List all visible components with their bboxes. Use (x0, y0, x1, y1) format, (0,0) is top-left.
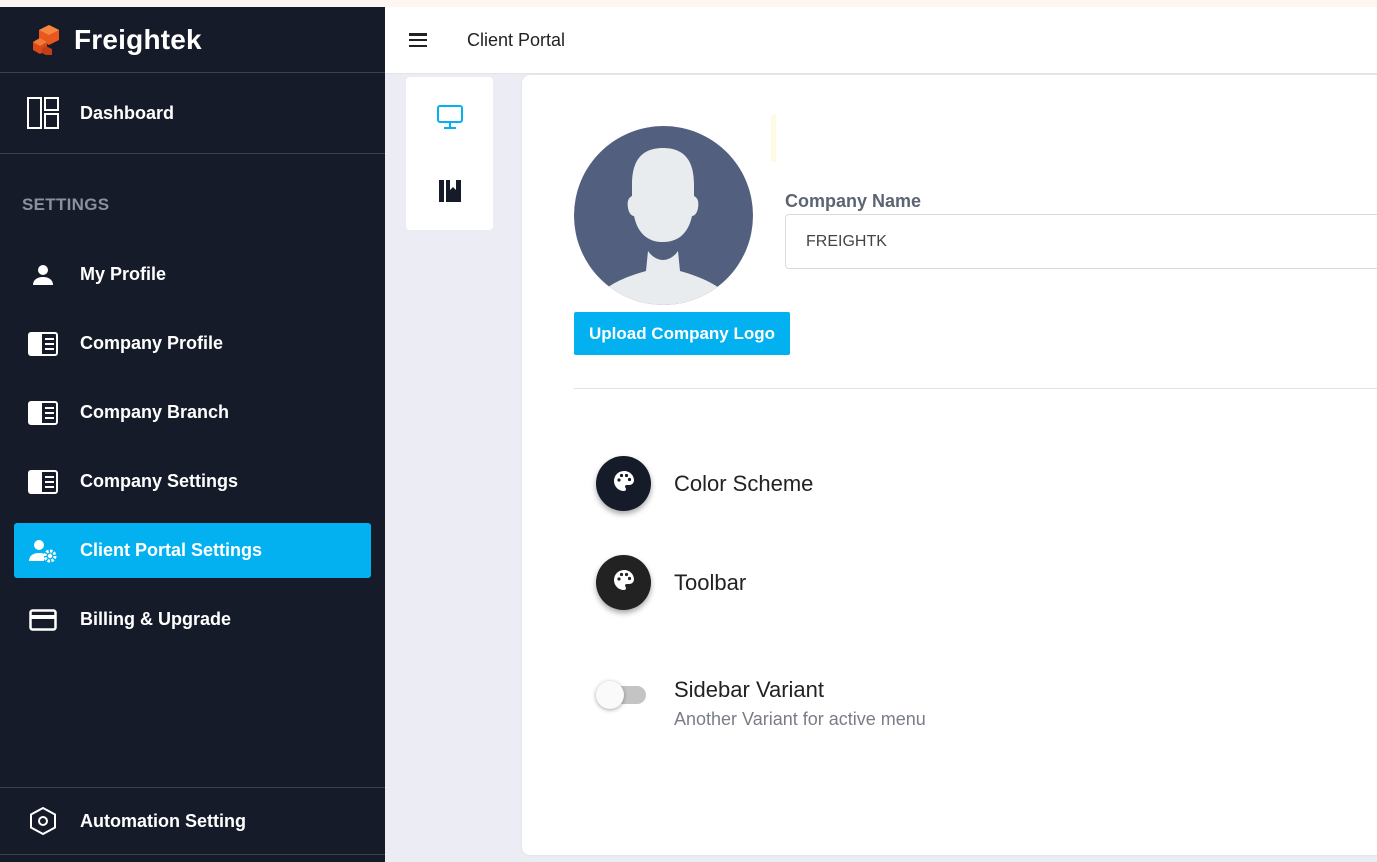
company-name-input[interactable] (785, 214, 1377, 269)
card-list-icon (27, 397, 59, 429)
sidebar-item-label: Company Profile (80, 333, 224, 353)
top-accent-strip (0, 0, 1377, 7)
sidebar-item-label: Company Branch (80, 402, 230, 422)
company-name-label: Company Name (785, 191, 922, 211)
sidebar-item-dashboard[interactable]: Dashboard (0, 73, 385, 154)
sidebar-item-label: Company Settings (80, 471, 239, 491)
sidebar-menu: My Profile Company Profile Company Branc… (0, 247, 385, 661)
sidebar-item-company-profile[interactable]: Company Profile (14, 316, 371, 371)
user-gear-icon (27, 535, 59, 567)
palette-icon (613, 569, 635, 596)
card-list-icon (27, 328, 59, 360)
upload-company-logo-button[interactable]: Upload Company Logo (574, 312, 790, 355)
sidebar-item-label: Client Portal Settings (80, 540, 263, 560)
palette-icon (613, 470, 635, 497)
toolbar-label: Toolbar (674, 569, 747, 595)
monitor-icon (436, 103, 464, 136)
toolbar-button[interactable] (596, 555, 651, 610)
sidebar-variant-description: Another Variant for active menu (674, 709, 926, 729)
credit-card-icon (27, 604, 59, 636)
top-header: Client Portal (385, 7, 1377, 74)
sidebar-item-company-branch[interactable]: Company Branch (14, 385, 371, 440)
sidebar-item-my-profile[interactable]: My Profile (14, 247, 371, 302)
person-icon (27, 259, 59, 291)
sidebar-item-label: Dashboard (80, 102, 175, 123)
sidebar-item-automation-setting[interactable]: Automation Setting (0, 787, 385, 855)
tab-content[interactable] (406, 163, 493, 223)
client-portal-settings-card: Company Name Upload Company Logo Color S… (522, 75, 1377, 855)
toggle-knob (596, 681, 624, 709)
color-scheme-button[interactable] (596, 456, 651, 511)
tab-display[interactable] (406, 89, 493, 149)
default-avatar-icon (574, 126, 753, 305)
page-title: Client Portal (467, 29, 566, 50)
settings-tab-list (406, 77, 493, 230)
sidebar-item-label: Automation Setting (80, 810, 246, 831)
color-scheme-label: Color Scheme (674, 470, 814, 496)
sidebar-item-label: My Profile (80, 264, 167, 284)
toolbar-row: Toolbar (596, 555, 746, 610)
card-list-icon (27, 466, 59, 498)
brand-name: Freightek (74, 23, 202, 55)
sidebar-item-label: Billing & Upgrade (80, 609, 232, 629)
sidebar-variant-toggle[interactable] (596, 681, 648, 709)
sidebar-item-client-portal-settings[interactable]: Client Portal Settings (14, 523, 371, 578)
highlight-mark (771, 115, 776, 162)
section-divider (574, 388, 1377, 389)
freightek-logo-icon (33, 24, 59, 55)
brand[interactable]: Freightek (0, 7, 385, 73)
sidebar-item-billing-upgrade[interactable]: Billing & Upgrade (14, 592, 371, 647)
hamburger-icon[interactable] (409, 33, 427, 47)
dashboard-icon (27, 97, 59, 129)
sidebar-section-title: SETTINGS (22, 195, 110, 214)
sidebar: Freightek Dashboard SETTINGS My Profile … (0, 7, 385, 862)
sidebar-variant-label: Sidebar Variant (674, 677, 825, 702)
sidebar-item-company-settings[interactable]: Company Settings (14, 454, 371, 509)
hexagon-settings-icon (27, 805, 59, 837)
color-scheme-row: Color Scheme (596, 456, 813, 511)
book-icon (438, 179, 462, 208)
